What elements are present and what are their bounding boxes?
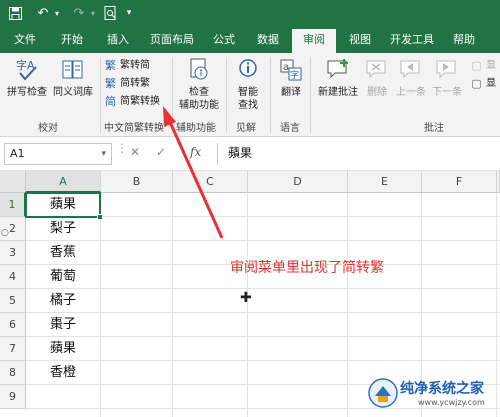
annotation-text: 审阅菜单里出现了简转繁	[230, 260, 384, 276]
annotation-arrow	[163, 106, 224, 239]
watermark-title: 纯净系统之家	[400, 381, 484, 397]
watermark: 纯净系统之家 www.ycwjzy.com	[368, 376, 498, 414]
watermark-url: www.ycwjzy.com	[418, 398, 485, 407]
cell-cursor-icon: ✚	[240, 290, 252, 306]
excel-window: ↶ ▾ ↷ ▾ ▾ 文件 开始 插入 页面布局 公式 数据 审阅 视图 开发工具…	[0, 0, 500, 417]
row-resize-handle-icon: ○	[1, 228, 9, 238]
watermark-logo-icon	[368, 378, 398, 408]
